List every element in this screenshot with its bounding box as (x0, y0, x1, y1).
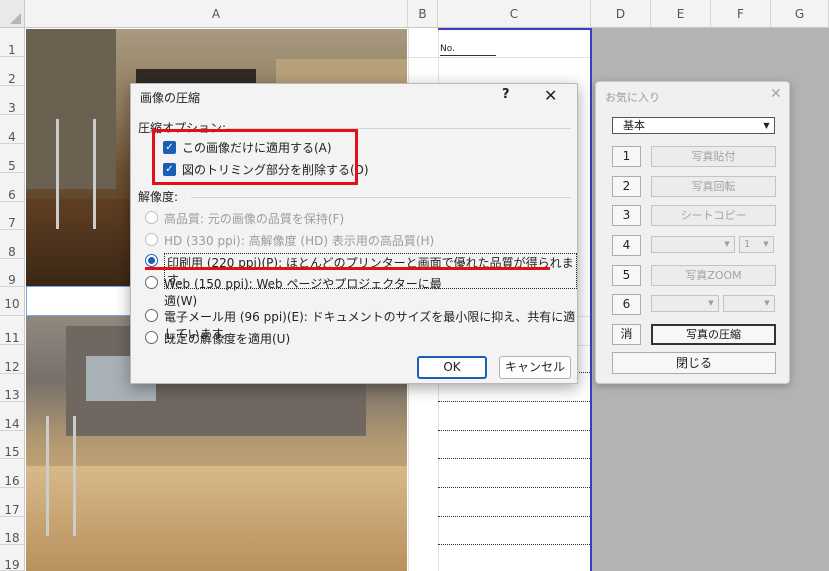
row-header-15[interactable]: 15 (0, 431, 25, 459)
number-button-1[interactable]: 1 (612, 146, 641, 167)
photo-floor (26, 466, 407, 571)
cell-c1-no[interactable]: No. (440, 44, 496, 56)
radio-high-fidelity[interactable]: 高品質: 元の画像の品質を保持(F) (145, 210, 344, 227)
row-header-17[interactable]: 17 (0, 488, 25, 517)
preset-value: 基本 (623, 119, 645, 132)
separator (191, 197, 571, 198)
column-header-g[interactable]: G (771, 0, 829, 28)
photo-zoom-button[interactable]: 写真ZOOM (651, 265, 776, 286)
combo-box-6a[interactable]: ▼ (651, 295, 719, 312)
select-all-corner[interactable] (0, 0, 25, 28)
dotted-rule (438, 430, 590, 431)
radio-button (145, 309, 158, 322)
row-header-7[interactable]: 7 (0, 202, 25, 230)
print-area-border-top (438, 28, 592, 30)
row-header-18[interactable]: 18 (0, 517, 25, 545)
row-header-12[interactable]: 12 (0, 345, 25, 374)
dotted-rule (438, 544, 590, 545)
row-header-10[interactable]: 10 (0, 287, 25, 316)
resolution-heading: 解像度: (138, 190, 179, 204)
row-header-13[interactable]: 13 (0, 374, 25, 402)
radio-button (145, 331, 158, 344)
close-button[interactable]: 閉じる (612, 352, 776, 374)
combo-value: 1 (744, 239, 751, 250)
dotted-rule (438, 458, 590, 459)
radio-web-150[interactable]: Web (150 ppi): Web ページやプロジェクターに最 適(W) (145, 275, 442, 309)
number-button-4[interactable]: 4 (612, 235, 641, 256)
compress-photo-button[interactable]: 写真の圧縮 (651, 324, 776, 345)
radio-hd-330[interactable]: HD (330 ppi): 高解像度 (HD) 表示用の高品質(H) (145, 232, 434, 249)
row-header-6[interactable]: 6 (0, 173, 25, 202)
annotation-red-underline (145, 267, 550, 270)
row-header-3[interactable]: 3 (0, 86, 25, 115)
column-header-a[interactable]: A (25, 0, 408, 28)
preset-dropdown[interactable]: 基本 ▼ (612, 117, 775, 134)
gridline (408, 57, 590, 58)
cancel-button[interactable]: キャンセル (499, 356, 571, 379)
close-icon[interactable]: ✕ (544, 86, 557, 105)
radio-button (145, 211, 158, 224)
photo-paste-button[interactable]: 写真貼付 (651, 146, 776, 167)
radio-label: Web (150 ppi): Web ページやプロジェクターに最 適(W) (164, 275, 442, 309)
palette-title: お気に入り (605, 91, 660, 104)
radio-label: HD (330 ppi): 高解像度 (HD) 表示用の高品質(H) (164, 234, 435, 248)
column-header-d[interactable]: D (591, 0, 651, 28)
combo-box-6b[interactable]: ▼ (723, 295, 775, 312)
annotation-red-box (152, 129, 358, 185)
row-header-8[interactable]: 8 (0, 230, 25, 259)
favorites-palette: お気に入り ✕ 基本 ▼ 1 写真貼付 2 写真回転 3 シートコピー 4 ▼ … (595, 81, 790, 384)
row-header-16[interactable]: 16 (0, 459, 25, 488)
number-button-5[interactable]: 5 (612, 265, 641, 286)
dotted-rule (438, 516, 590, 517)
radio-button (145, 233, 158, 246)
number-button-3[interactable]: 3 (612, 205, 641, 226)
row-header-19[interactable]: 19 (0, 545, 25, 571)
dropdown-arrow-icon: ▼ (760, 119, 773, 132)
dropdown-arrow-icon: ▼ (763, 240, 769, 248)
radio-label-line1: Web (150 ppi): Web ページやプロジェクターに最 (164, 277, 442, 291)
ok-button[interactable]: OK (417, 356, 487, 379)
number-button-6[interactable]: 6 (612, 294, 641, 315)
radio-default-resolution[interactable]: 既定の解像度を適用(U) (145, 330, 290, 347)
radio-label: 高品質: 元の画像の品質を保持(F) (164, 212, 345, 226)
clear-button[interactable]: 消 (612, 324, 641, 345)
dropdown-arrow-icon: ▼ (764, 299, 770, 307)
row-header-11[interactable]: 11 (0, 316, 25, 345)
dotted-rule (438, 401, 590, 402)
close-icon[interactable]: ✕ (770, 86, 782, 102)
help-icon[interactable]: ? (502, 87, 510, 102)
row-header-14[interactable]: 14 (0, 402, 25, 431)
column-header-b[interactable]: B (408, 0, 438, 28)
photo-ladder (56, 119, 96, 229)
sheet-copy-button[interactable]: シートコピー (651, 205, 776, 226)
photo-ladder (46, 416, 76, 536)
column-header-e[interactable]: E (651, 0, 711, 28)
dropdown-arrow-icon: ▼ (708, 299, 714, 307)
radio-button-selected (145, 254, 158, 267)
photo-rotate-button[interactable]: 写真回転 (651, 176, 776, 197)
row-header-2[interactable]: 2 (0, 57, 25, 86)
dialog-title: 画像の圧縮 (140, 91, 201, 105)
combo-box-4b[interactable]: 1 ▼ (739, 236, 774, 253)
radio-label: 既定の解像度を適用(U) (164, 332, 291, 346)
dotted-rule (438, 487, 590, 488)
column-header-f[interactable]: F (711, 0, 771, 28)
row-header-5[interactable]: 5 (0, 144, 25, 173)
row-header-4[interactable]: 4 (0, 115, 25, 144)
number-button-2[interactable]: 2 (612, 176, 641, 197)
row-header-9[interactable]: 9 (0, 259, 25, 287)
dropdown-arrow-icon: ▼ (724, 240, 730, 248)
radio-button (145, 276, 158, 289)
combo-box-4a[interactable]: ▼ (651, 236, 735, 253)
row-header-1[interactable]: 1 (0, 28, 25, 57)
radio-label-line2: 適(W) (164, 294, 198, 308)
column-header-c[interactable]: C (438, 0, 591, 28)
